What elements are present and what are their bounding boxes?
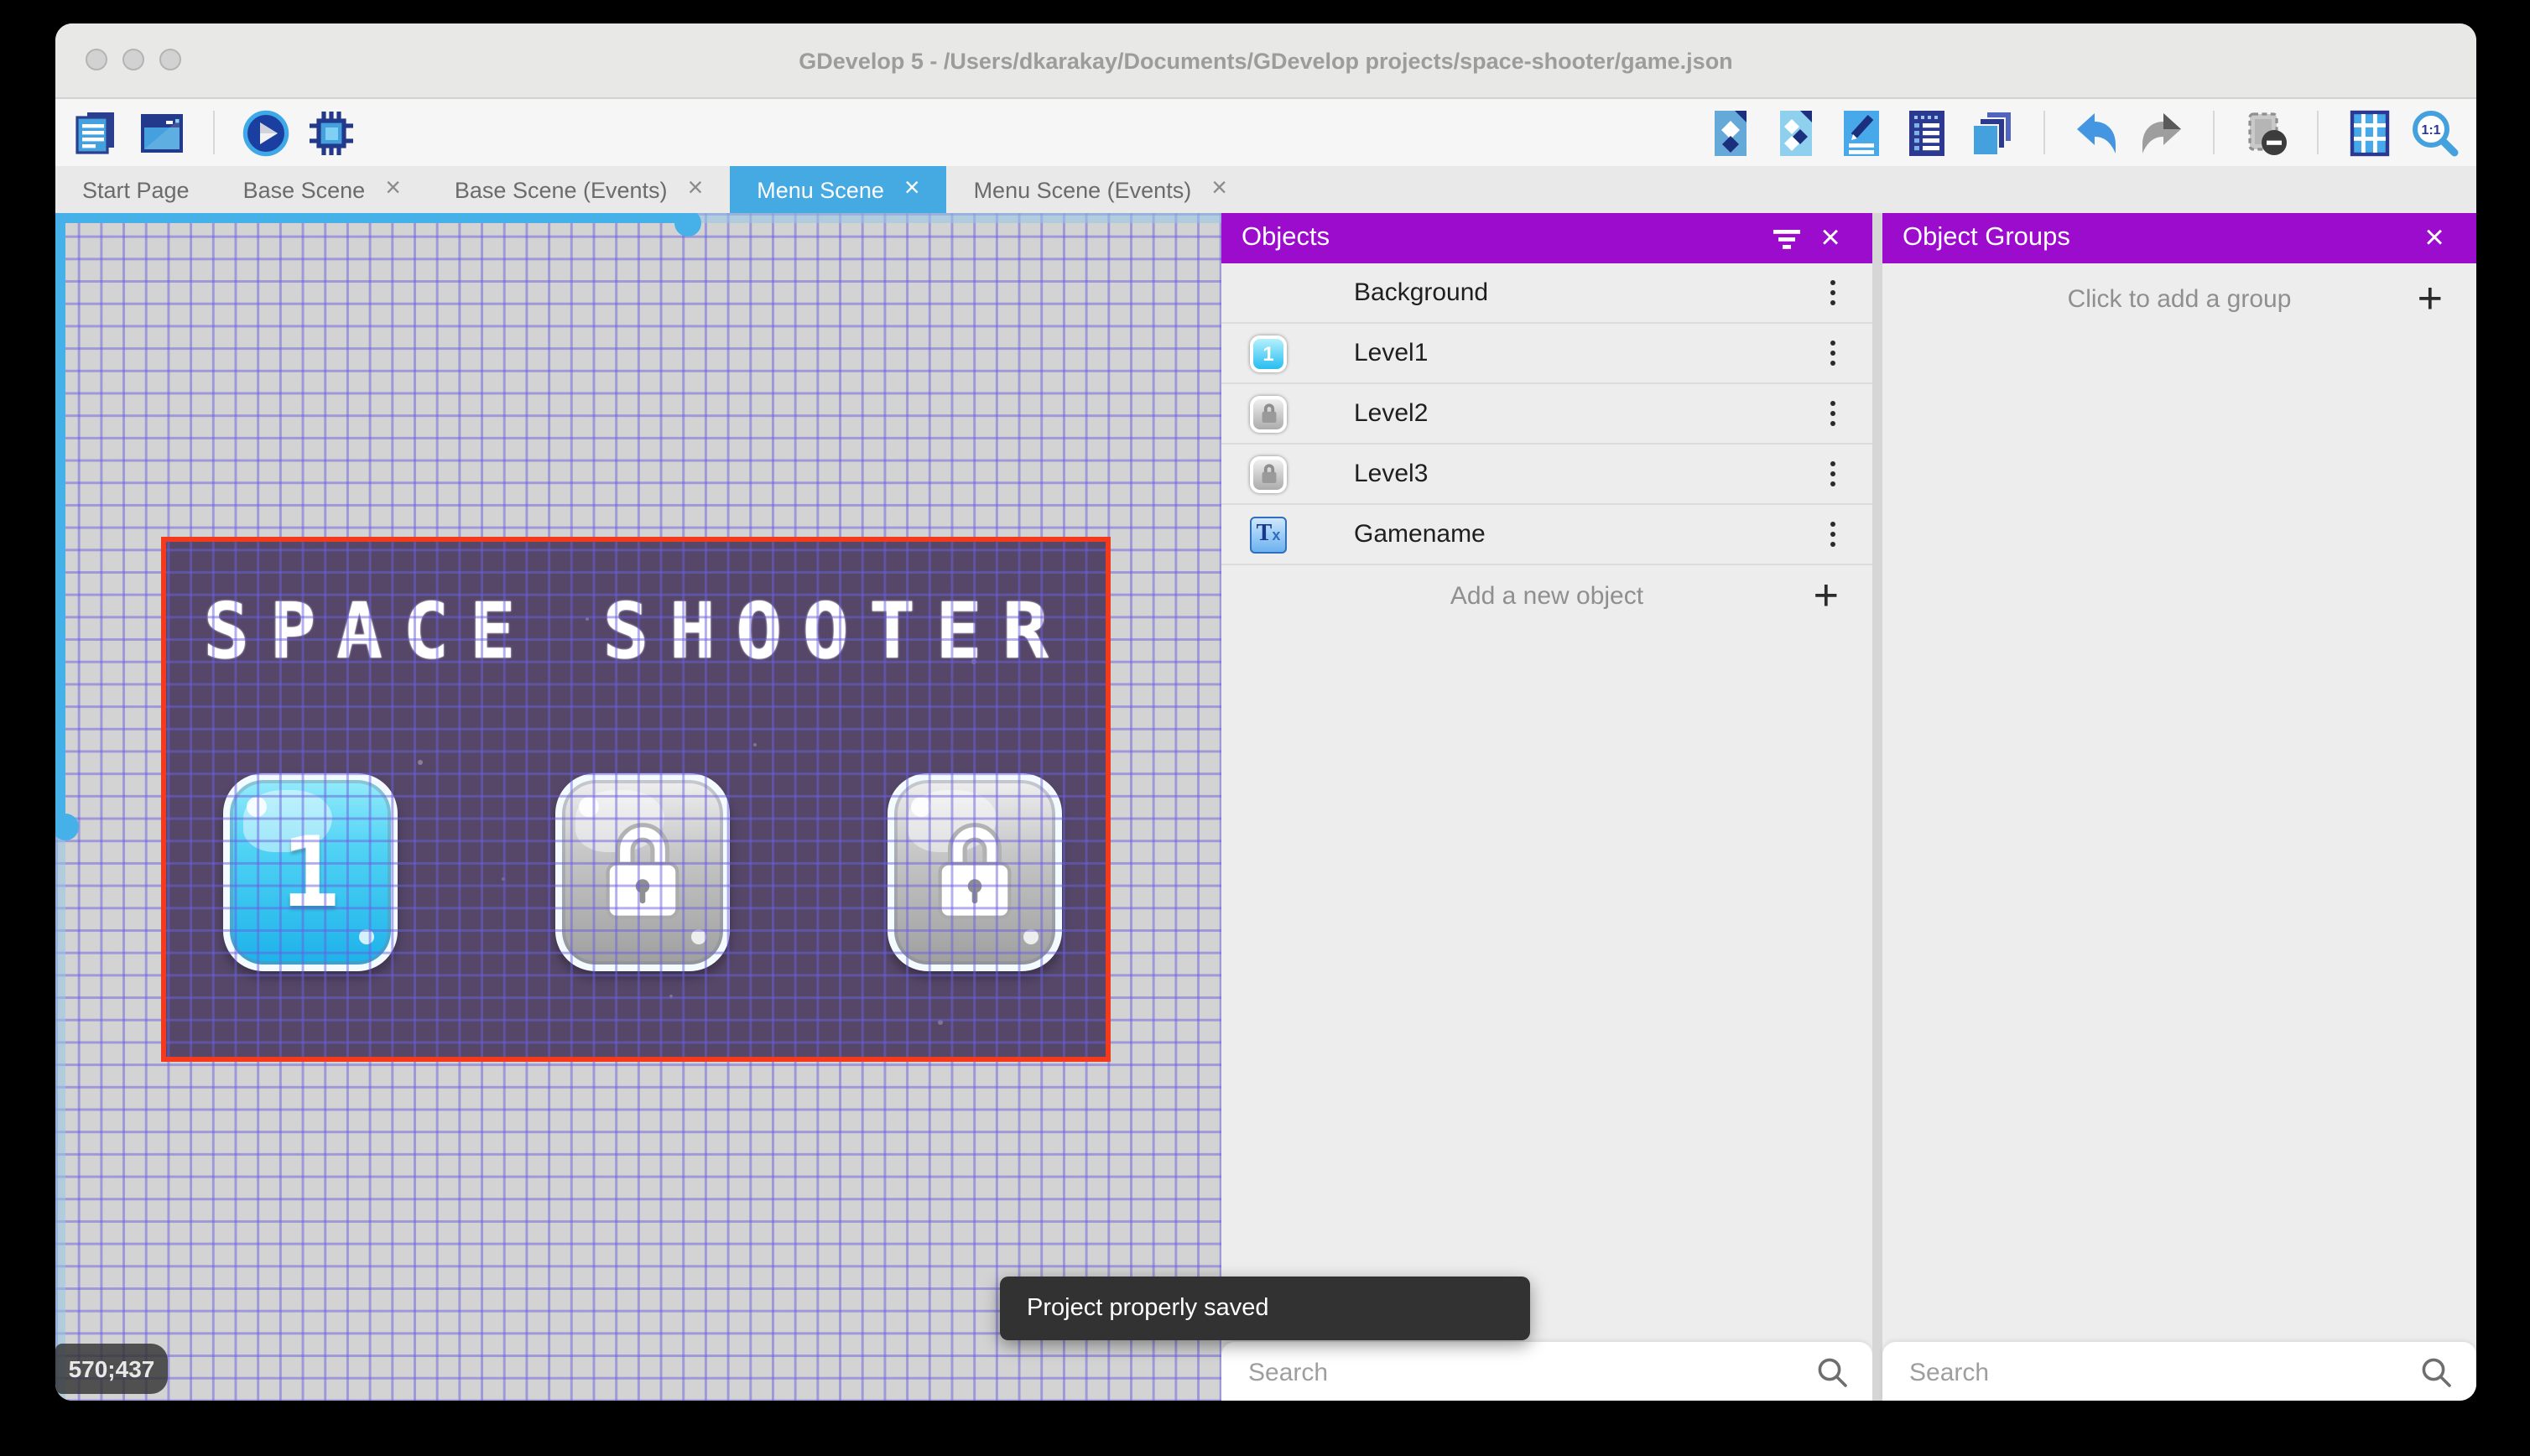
toolbar-separator bbox=[213, 111, 215, 154]
tab-base-scene-events[interactable]: Base Scene (Events) × bbox=[428, 166, 730, 213]
objects-panel-empty-area bbox=[1221, 626, 1872, 1342]
object-row-gamename[interactable]: Tx Gamename bbox=[1221, 505, 1872, 565]
cursor-coordinates-badge: 570;437 bbox=[55, 1344, 168, 1394]
save-toast: Project properly saved bbox=[1000, 1277, 1530, 1340]
window-title: GDevelop 5 - /Users/dkarakay/Documents/G… bbox=[799, 48, 1733, 73]
tab-bar: Start Page Base Scene × Base Scene (Even… bbox=[55, 166, 2476, 213]
tab-menu-scene[interactable]: Menu Scene × bbox=[730, 166, 947, 213]
groups-panel-empty-area bbox=[1882, 334, 2476, 1342]
level1-number: 1 bbox=[281, 815, 340, 929]
scene-editor-canvas[interactable]: SPACE SHOOTER 1 570;437 bbox=[55, 213, 1221, 1401]
level1-thumbnail: 1 bbox=[1250, 335, 1287, 372]
new-editor-window-icon[interactable] bbox=[138, 108, 186, 157]
groups-search-input[interactable] bbox=[1906, 1356, 2419, 1388]
lock-icon bbox=[606, 823, 679, 919]
undo-button[interactable] bbox=[2072, 108, 2121, 157]
toolbar-separator bbox=[2317, 111, 2319, 154]
project-manager-icon[interactable] bbox=[72, 108, 121, 157]
panel-divider[interactable] bbox=[1872, 213, 1882, 1401]
objects-search-input[interactable] bbox=[1245, 1356, 1815, 1388]
object-groups-panel-title: Object Groups bbox=[1903, 223, 2070, 252]
close-panel-icon[interactable]: × bbox=[2413, 220, 2456, 257]
object-menu-icon[interactable] bbox=[1830, 460, 1835, 487]
lock-icon bbox=[1261, 403, 1276, 423]
lock-icon bbox=[938, 823, 1012, 919]
vertical-scrollbar-thumb[interactable] bbox=[55, 213, 65, 827]
add-group-button[interactable]: Click to add a group + bbox=[1882, 263, 2476, 334]
close-tab-icon[interactable]: × bbox=[385, 175, 401, 203]
object-menu-icon[interactable] bbox=[1830, 521, 1835, 548]
search-icon[interactable] bbox=[1815, 1355, 1849, 1389]
add-new-object-button[interactable]: Add a new object + bbox=[1221, 565, 1872, 626]
toolbar-separator bbox=[2043, 111, 2045, 154]
toolbar-separator bbox=[2213, 111, 2215, 154]
vertical-scrollbar-handle[interactable] bbox=[55, 814, 79, 840]
play-preview-button[interactable] bbox=[242, 108, 290, 157]
scene-background-instance[interactable]: SPACE SHOOTER 1 bbox=[166, 542, 1106, 1057]
filter-icon[interactable] bbox=[1765, 220, 1809, 257]
object-groups-panel: Object Groups × Click to add a group + bbox=[1882, 213, 2476, 1401]
lock-icon bbox=[1261, 464, 1276, 483]
horizontal-scrollbar-handle[interactable] bbox=[674, 213, 701, 237]
objects-panel-icon[interactable] bbox=[1706, 108, 1755, 157]
zoom-window-button[interactable] bbox=[159, 49, 181, 70]
tab-base-scene[interactable]: Base Scene × bbox=[216, 166, 428, 213]
objects-panel: Objects × Background 1 Level1 Level2 Lev… bbox=[1221, 213, 1872, 1401]
close-window-button[interactable] bbox=[86, 49, 107, 70]
minimize-window-button[interactable] bbox=[122, 49, 144, 70]
instance-properties-icon[interactable] bbox=[1837, 108, 1886, 157]
plus-icon: + bbox=[2417, 273, 2443, 323]
object-groups-panel-header: Object Groups × bbox=[1882, 213, 2476, 263]
horizontal-scrollbar-thumb[interactable] bbox=[55, 213, 688, 223]
tab-start-page[interactable]: Start Page bbox=[55, 166, 216, 213]
gamename-thumbnail: Tx bbox=[1250, 516, 1287, 553]
object-row-level3[interactable]: Level3 bbox=[1221, 445, 1872, 505]
instances-list-icon[interactable] bbox=[1903, 108, 1951, 157]
traffic-lights bbox=[86, 49, 181, 70]
tab-menu-scene-events[interactable]: Menu Scene (Events) × bbox=[947, 166, 1254, 213]
level1-button-instance[interactable]: 1 bbox=[223, 773, 398, 971]
level3-thumbnail bbox=[1250, 455, 1287, 492]
close-tab-icon[interactable]: × bbox=[904, 175, 920, 203]
object-row-level1[interactable]: 1 Level1 bbox=[1221, 324, 1872, 384]
layers-panel-icon[interactable] bbox=[1968, 108, 2017, 157]
debug-button[interactable] bbox=[307, 108, 356, 157]
gdevelop-window: GDevelop 5 - /Users/dkarakay/Documents/G… bbox=[55, 23, 2476, 1401]
scene-title-text[interactable]: SPACE SHOOTER bbox=[166, 585, 1106, 676]
toolbar: 1:1 bbox=[55, 99, 2476, 166]
close-tab-icon[interactable]: × bbox=[688, 175, 704, 203]
groups-search-bar bbox=[1882, 1342, 2476, 1401]
close-tab-icon[interactable]: × bbox=[1211, 175, 1227, 203]
close-panel-icon[interactable]: × bbox=[1809, 220, 1852, 257]
background-thumbnail bbox=[1250, 274, 1287, 311]
titlebar: GDevelop 5 - /Users/dkarakay/Documents/G… bbox=[55, 23, 2476, 99]
search-icon[interactable] bbox=[2419, 1355, 2453, 1389]
svg-text:1:1: 1:1 bbox=[2421, 122, 2440, 137]
objects-panel-title: Objects bbox=[1242, 223, 1330, 252]
object-groups-panel-icon[interactable] bbox=[1772, 108, 1820, 157]
object-row-background[interactable]: Background bbox=[1221, 263, 1872, 324]
object-menu-icon[interactable] bbox=[1830, 400, 1835, 427]
grid-icon[interactable] bbox=[2345, 108, 2394, 157]
object-menu-icon[interactable] bbox=[1830, 279, 1835, 306]
plus-icon: + bbox=[1813, 569, 1839, 620]
object-menu-icon[interactable] bbox=[1830, 340, 1835, 367]
redo-button[interactable] bbox=[2137, 108, 2186, 157]
level2-button-instance[interactable] bbox=[555, 773, 730, 971]
object-row-level2[interactable]: Level2 bbox=[1221, 384, 1872, 445]
objects-search-bar bbox=[1221, 1342, 1872, 1401]
toggle-instances-mask-icon[interactable] bbox=[2241, 108, 2290, 157]
level3-button-instance[interactable] bbox=[888, 773, 1062, 971]
objects-panel-header: Objects × bbox=[1221, 213, 1872, 263]
level2-thumbnail bbox=[1250, 395, 1287, 432]
zoom-reset-1-1-icon[interactable]: 1:1 bbox=[2411, 108, 2460, 157]
